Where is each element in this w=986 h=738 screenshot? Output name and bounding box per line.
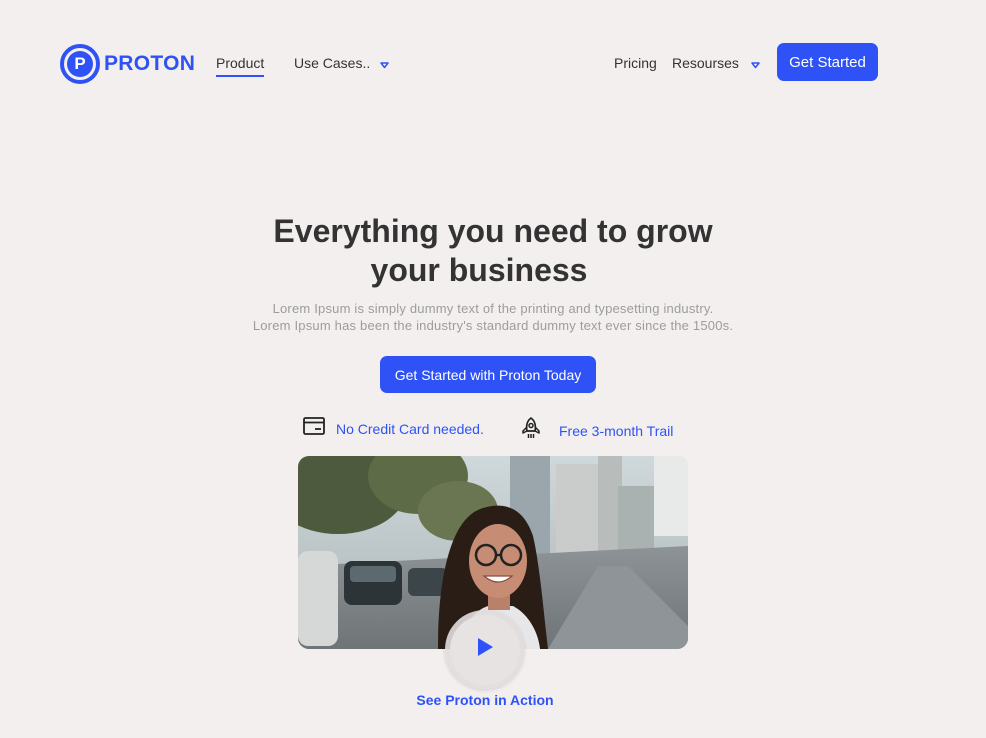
- logo-mark-icon: P: [60, 44, 100, 84]
- brand-name: PROTON: [104, 52, 196, 75]
- hero-title-line-1: Everything you need to grow: [273, 213, 713, 249]
- play-video-button[interactable]: [445, 610, 524, 689]
- play-button-ring: [449, 614, 520, 685]
- hero-title-line-2: your business: [370, 252, 588, 288]
- chevron-down-icon: [380, 56, 389, 72]
- play-icon: [475, 636, 495, 663]
- feature-label: No Credit Card needed.: [336, 420, 484, 437]
- nav-pricing-link[interactable]: Pricing: [614, 55, 657, 71]
- chevron-down-icon: [751, 56, 760, 72]
- hero-subtitle: Lorem Ipsum is simply dummy text of the …: [0, 300, 986, 334]
- get-started-button[interactable]: Get Started: [777, 43, 878, 81]
- logo-letter: P: [67, 51, 93, 77]
- credit-card-icon: [303, 417, 325, 440]
- feature-label: Free 3-month Trail: [559, 422, 674, 439]
- feature-no-credit-card: No Credit Card needed.: [303, 417, 484, 440]
- hero-subtitle-line-1: Lorem Ipsum is simply dummy text of the …: [272, 301, 714, 316]
- nav-use-cases-label: Use Cases..: [294, 55, 371, 71]
- nav-use-cases-dropdown[interactable]: Use Cases..: [294, 55, 389, 72]
- get-started-with-proton-button[interactable]: Get Started with Proton Today: [380, 356, 596, 393]
- nav-resources-label: Resourses: [672, 55, 739, 71]
- feature-free-trial: Free 3-month Trail: [520, 417, 673, 444]
- hero-subtitle-line-2: Lorem Ipsum has been the industry's stan…: [252, 318, 734, 333]
- hero-title: Everything you need to grow your busines…: [0, 212, 986, 290]
- nav-product-link[interactable]: Product: [216, 55, 265, 77]
- rocket-icon: [520, 417, 542, 444]
- nav-resources-dropdown[interactable]: Resourses: [672, 55, 760, 72]
- see-proton-in-action-link[interactable]: See Proton in Action: [0, 692, 970, 708]
- brand-logo[interactable]: P PROTON: [60, 44, 195, 84]
